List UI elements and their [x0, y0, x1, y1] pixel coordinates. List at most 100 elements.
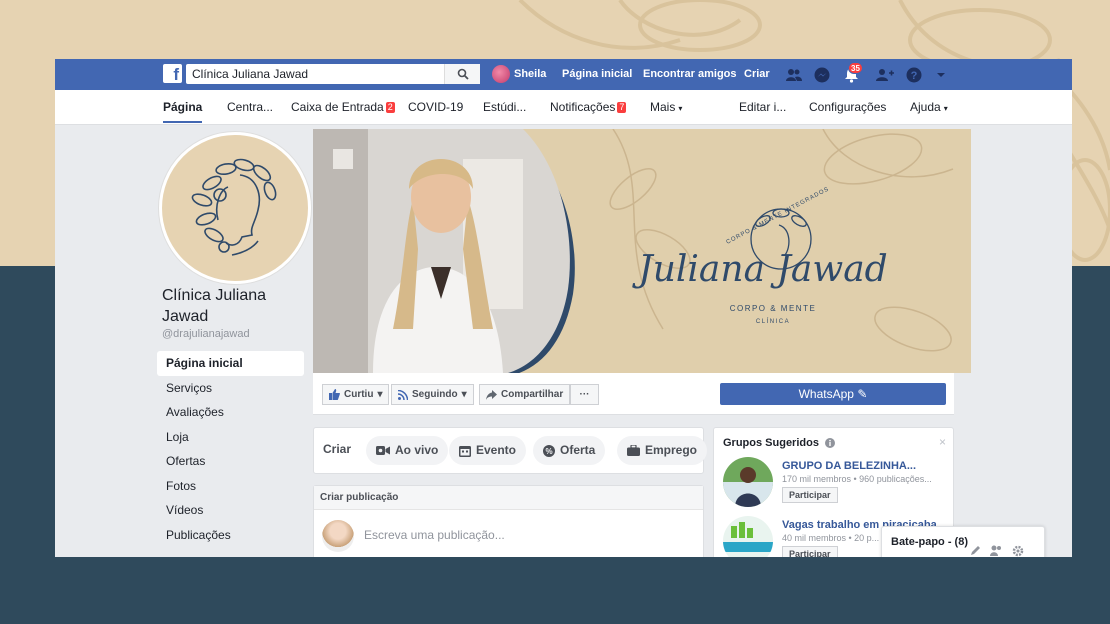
search-button[interactable] — [444, 64, 480, 84]
group-meta: 170 mil membros • 960 publicações... — [782, 474, 932, 484]
account-menu-chevron-down-icon[interactable] — [932, 66, 950, 84]
cover-photo[interactable]: CORPO & MENTE INTEGRADOS Juliana Jawad C… — [313, 129, 971, 373]
nav-item-home[interactable]: Página inicial — [157, 351, 304, 376]
messenger-icon[interactable] — [813, 66, 831, 84]
home-link[interactable]: Página inicial — [562, 59, 632, 90]
group-name[interactable]: GRUPO DA BELEZINHA... — [782, 460, 916, 472]
tab-inbox[interactable]: Caixa de Entrada 2 — [291, 90, 395, 125]
search-input[interactable]: Clínica Juliana Jawad — [186, 64, 480, 84]
svg-text:?: ? — [911, 70, 918, 82]
tab-studio[interactable]: Estúdi... — [483, 90, 526, 125]
group-meta: 40 mil membros • 20 p... — [782, 533, 880, 543]
more-options-button[interactable]: ··· — [570, 384, 599, 405]
friend-requests-icon[interactable] — [876, 66, 894, 84]
cover-subtitle: CORPO & MENTE — [729, 304, 817, 313]
tab-notifications[interactable]: Notificações 7 — [550, 90, 627, 125]
group-item[interactable]: GRUPO DA BELEZINHA... 170 mil membros • … — [723, 457, 953, 513]
group-thumbnail — [723, 457, 773, 507]
caret-down-icon: ▾ — [461, 389, 467, 400]
page-tabs-bar: Página Centra... Caixa de Entrada 2 COVID… — [55, 90, 1072, 125]
tab-settings[interactable]: Configurações — [809, 90, 886, 125]
whatsapp-label: WhatsApp — [798, 387, 854, 401]
nav-item-shop[interactable]: Loja — [157, 425, 304, 450]
contacts-icon[interactable] — [990, 545, 1002, 556]
offer-percent-icon: % — [543, 444, 555, 457]
nav-item-offers[interactable]: Ofertas — [157, 449, 304, 474]
nav-item-videos[interactable]: Vídeos — [157, 498, 304, 523]
video-camera-icon — [376, 446, 390, 455]
tab-label: Configurações — [809, 100, 887, 114]
liked-label: Curtiu — [344, 389, 374, 400]
job-button[interactable]: Emprego — [617, 436, 708, 465]
tab-label: Estúdi... — [483, 100, 527, 114]
user-avatar[interactable] — [492, 65, 510, 83]
nav-item-photos[interactable]: Fotos — [157, 474, 304, 499]
notifications-tab-badge: 7 — [617, 102, 627, 113]
gear-icon[interactable] — [1012, 545, 1024, 557]
job-label: Emprego — [645, 443, 698, 457]
create-link[interactable]: Criar — [744, 59, 770, 90]
offer-button[interactable]: % Oferta — [533, 436, 606, 465]
profile-link[interactable]: Sheila — [514, 59, 546, 90]
share-arrow-icon — [486, 389, 497, 400]
tab-label: Ajuda — [910, 100, 941, 114]
whatsapp-button[interactable]: WhatsApp ✎ — [720, 383, 946, 405]
new-message-icon[interactable] — [970, 545, 981, 556]
composer-header: Criar publicação — [314, 486, 703, 510]
page-left-nav: Página inicial Serviços Avaliações Loja … — [157, 351, 304, 547]
event-button[interactable]: Evento — [449, 436, 527, 465]
following-button[interactable]: Seguindo ▾ — [391, 384, 474, 405]
cover-brand-name: Juliana Jawad — [638, 249, 888, 290]
find-friends-link[interactable]: Encontrar amigos — [643, 59, 737, 90]
svg-text:%: % — [545, 447, 552, 456]
post-composer: Criar publicação Escreva uma publicação.… — [313, 485, 704, 557]
page-action-bar: Curtiu ▾ Seguindo ▾ Compartilhar ··· Wha… — [313, 373, 954, 415]
tab-edit-info[interactable]: Editar i... — [739, 90, 786, 125]
composer-avatar — [322, 520, 354, 552]
liked-button[interactable]: Curtiu ▾ — [322, 384, 390, 405]
tab-central[interactable]: Centra... — [227, 90, 273, 125]
tab-pagina[interactable]: Página — [163, 90, 203, 123]
search-icon — [457, 68, 469, 80]
join-group-button[interactable]: Participar — [782, 487, 838, 503]
floral-face-logo-icon — [191, 158, 277, 256]
tab-label: Página — [163, 100, 203, 114]
pencil-edit-icon: ✎ — [857, 387, 868, 401]
more-dots-icon: ··· — [579, 389, 590, 400]
tab-more[interactable]: Mais ▾ — [650, 90, 682, 125]
info-icon[interactable] — [824, 438, 835, 448]
share-button[interactable]: Compartilhar — [479, 384, 571, 405]
caret-down-icon: ▾ — [943, 104, 948, 113]
suggested-groups-title: Grupos Sugeridos — [723, 437, 835, 449]
facebook-top-bar: f Clínica Juliana Jawad Sheila Página in… — [55, 59, 1072, 90]
page-username[interactable]: @drajulianajawad — [162, 328, 250, 340]
help-question-icon[interactable]: ? — [905, 66, 923, 84]
nav-item-reviews[interactable]: Avaliações — [157, 400, 304, 425]
friends-icon[interactable] — [785, 66, 803, 84]
caret-down-icon: ▾ — [377, 389, 383, 400]
chat-bar[interactable]: Bate-papo - (8) — [881, 526, 1045, 557]
tab-covid-19[interactable]: COVID-19 — [408, 90, 463, 125]
nav-item-posts[interactable]: Publicações — [157, 523, 304, 548]
tab-help[interactable]: Ajuda ▾ — [910, 90, 948, 125]
doctor-portrait-image — [313, 129, 575, 373]
post-input[interactable]: Escreva uma publicação... — [364, 528, 505, 542]
live-video-button[interactable]: Ao vivo — [366, 436, 449, 465]
briefcase-icon — [627, 445, 640, 456]
rss-follow-icon — [398, 389, 408, 400]
create-label: Criar — [323, 442, 352, 456]
tab-label: Centra... — [227, 100, 274, 114]
chat-label: Bate-papo - (8) — [891, 536, 968, 548]
nav-item-services[interactable]: Serviços — [157, 376, 304, 401]
tab-label: Notificações — [550, 100, 616, 114]
tab-label: Mais — [650, 100, 676, 114]
close-icon[interactable]: × — [939, 435, 946, 449]
offer-label: Oferta — [560, 443, 596, 457]
facebook-logo-icon[interactable]: f — [163, 64, 182, 83]
following-label: Seguindo — [412, 389, 458, 400]
profile-picture[interactable] — [159, 132, 311, 284]
join-group-button[interactable]: Participar — [782, 546, 838, 557]
share-label: Compartilhar — [501, 389, 564, 400]
notifications-count-badge: 35 — [848, 62, 863, 74]
cover-subtitle-clinic: CLÍNICA — [755, 319, 791, 325]
